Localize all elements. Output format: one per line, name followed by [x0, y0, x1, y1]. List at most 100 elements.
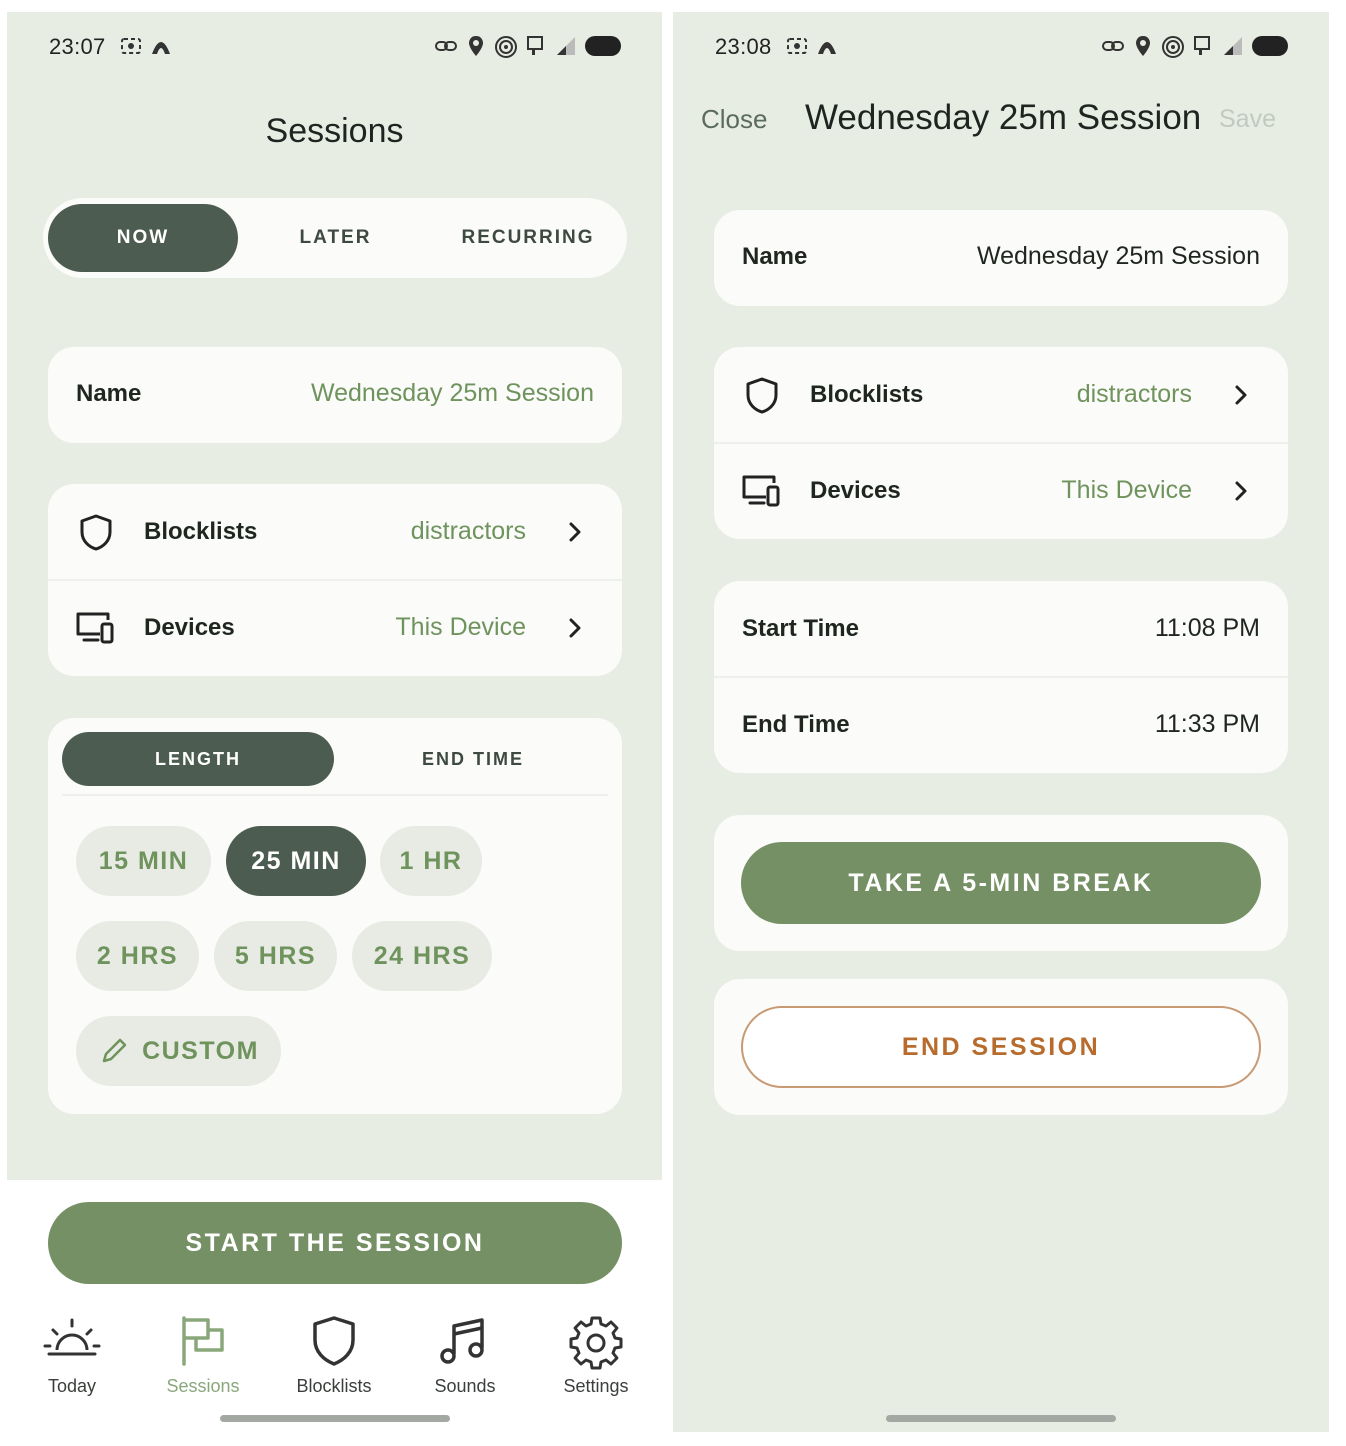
- nav-today-label: Today: [47, 1376, 97, 1396]
- name-label: Name: [76, 380, 142, 407]
- status-bar: 23:07: [7, 12, 662, 82]
- duration-24-hrs[interactable]: 24 HRS: [352, 921, 492, 991]
- nav-sessions-label: Sessions: [166, 1376, 240, 1396]
- music-note-icon: [440, 1318, 484, 1364]
- end-session-card: END SESSION: [714, 979, 1288, 1115]
- nav-blocklists[interactable]: Blocklists: [274, 1312, 394, 1397]
- name-row[interactable]: Name Wednesday 25m Session: [714, 210, 1288, 306]
- chevron-right-icon: [1235, 481, 1247, 501]
- tab-length[interactable]: LENGTH: [62, 732, 334, 786]
- save-button[interactable]: Save: [1219, 105, 1276, 134]
- sun-icon: [43, 1318, 101, 1356]
- devices-icon: [742, 475, 780, 507]
- name-row[interactable]: Name Wednesday 25m Session: [48, 347, 622, 443]
- take-break-button[interactable]: TAKE A 5-MIN BREAK: [741, 842, 1261, 924]
- status-bar: 23:08: [673, 12, 1329, 82]
- time-card: Start Time 11:08 PM End Time 11:33 PM: [714, 581, 1288, 773]
- signal-icon: [1224, 37, 1242, 55]
- status-time: 23:07: [49, 34, 106, 59]
- wifi-icon: [1194, 36, 1210, 55]
- devices-row[interactable]: Devices This Device: [48, 580, 622, 676]
- devices-row[interactable]: Devices This Device: [714, 443, 1288, 539]
- nav-sounds-label: Sounds: [434, 1376, 496, 1396]
- name-label: Name: [742, 243, 808, 270]
- blocklists-value: distractors: [410, 517, 526, 545]
- close-button[interactable]: Close: [701, 104, 767, 135]
- screenshot-icon: [121, 38, 141, 54]
- start-session-button[interactable]: START THE SESSION: [48, 1202, 622, 1284]
- name-value: Wednesday 25m Session: [976, 242, 1260, 270]
- tab-now[interactable]: NOW: [48, 204, 238, 272]
- session-type-tabs: NOW LATER RECURRING: [43, 198, 627, 278]
- chevron-right-icon: [1235, 385, 1247, 405]
- battery-icon: [585, 36, 621, 56]
- start-time-row: Start Time 11:08 PM: [714, 581, 1288, 677]
- tab-later[interactable]: LATER: [243, 204, 428, 272]
- battery-icon: [1252, 36, 1288, 56]
- location-icon: [1136, 36, 1150, 56]
- custom-label: CUSTOM: [142, 1036, 259, 1065]
- devices-value: This Device: [1061, 476, 1192, 504]
- tab-recurring[interactable]: RECURRING: [433, 204, 623, 272]
- devices-label: Devices: [144, 614, 235, 641]
- link-icon: [1102, 41, 1124, 51]
- gear-icon: [569, 1316, 623, 1370]
- duration-2-hrs[interactable]: 2 HRS: [76, 921, 199, 991]
- blocklists-label: Blocklists: [144, 518, 258, 545]
- end-session-button[interactable]: END SESSION: [741, 1006, 1261, 1088]
- chevron-right-icon: [569, 618, 581, 638]
- duration-card: LENGTH END TIME 15 MIN 25 MIN 1 HR 2 HRS…: [48, 718, 622, 1114]
- break-card: TAKE A 5-MIN BREAK: [714, 815, 1288, 951]
- sessions-screen: 23:07 Sessions NOW LATER RECURRING Name …: [7, 12, 662, 1432]
- bottom-nav: Today Sessions Blocklists Sounds Setting…: [7, 1312, 662, 1412]
- nav-settings-label: Settings: [563, 1376, 629, 1396]
- home-indicator: [886, 1415, 1116, 1422]
- status-time: 23:08: [715, 34, 772, 59]
- blocklists-row[interactable]: Blocklists distractors: [714, 347, 1288, 443]
- start-time-value: 11:08 PM: [1154, 614, 1260, 642]
- page-title: Wednesday 25m Session: [805, 98, 1202, 137]
- hotspot-icon: [495, 36, 517, 58]
- chevron-right-icon: [569, 522, 581, 542]
- nav-sessions[interactable]: Sessions: [143, 1312, 263, 1397]
- session-detail-screen: 23:08 Close Wednesday 25m Session Save N…: [673, 12, 1329, 1432]
- pencil-icon: [102, 1038, 127, 1063]
- end-time-value: 11:33 PM: [1154, 710, 1260, 738]
- blocklists-value: distractors: [1076, 380, 1192, 408]
- end-time-label: End Time: [742, 711, 850, 738]
- duration-15-min[interactable]: 15 MIN: [76, 826, 211, 896]
- link-icon: [435, 41, 457, 51]
- blocklists-label: Blocklists: [810, 381, 924, 408]
- devices-icon: [76, 612, 114, 644]
- blocklists-row[interactable]: Blocklists distractors: [48, 484, 622, 580]
- signal-icon: [557, 37, 575, 55]
- wifi-icon: [527, 36, 543, 55]
- duration-1-hr[interactable]: 1 HR: [380, 826, 482, 896]
- nav-blocklists-label: Blocklists: [296, 1376, 372, 1396]
- screenshot-icon: [787, 38, 807, 54]
- tab-end-time[interactable]: END TIME: [338, 732, 608, 786]
- duration-5-hrs[interactable]: 5 HRS: [214, 921, 337, 991]
- home-indicator: [220, 1415, 450, 1422]
- nav-today[interactable]: Today: [12, 1312, 132, 1397]
- location-icon: [469, 36, 483, 56]
- start-time-label: Start Time: [742, 615, 859, 642]
- nav-settings[interactable]: Settings: [536, 1312, 656, 1397]
- devices-label: Devices: [810, 477, 901, 504]
- end-time-row: End Time 11:33 PM: [714, 677, 1288, 773]
- app-arch-icon: [818, 42, 836, 54]
- name-value: Wednesday 25m Session: [310, 379, 594, 407]
- page-title: Sessions: [265, 112, 404, 150]
- nav-sounds[interactable]: Sounds: [405, 1312, 525, 1397]
- shield-icon: [313, 1316, 355, 1366]
- app-arch-icon: [152, 42, 170, 54]
- settings-card: Blocklists distractors Devices This Devi…: [714, 347, 1288, 539]
- flags-icon: [182, 1316, 224, 1366]
- duration-25-min[interactable]: 25 MIN: [226, 826, 366, 896]
- shield-icon: [746, 377, 778, 414]
- duration-custom-button[interactable]: CUSTOM: [76, 1016, 281, 1086]
- devices-value: This Device: [395, 613, 526, 641]
- shield-icon: [80, 514, 112, 551]
- hotspot-icon: [1162, 36, 1184, 58]
- settings-card: Blocklists distractors Devices This Devi…: [48, 484, 622, 676]
